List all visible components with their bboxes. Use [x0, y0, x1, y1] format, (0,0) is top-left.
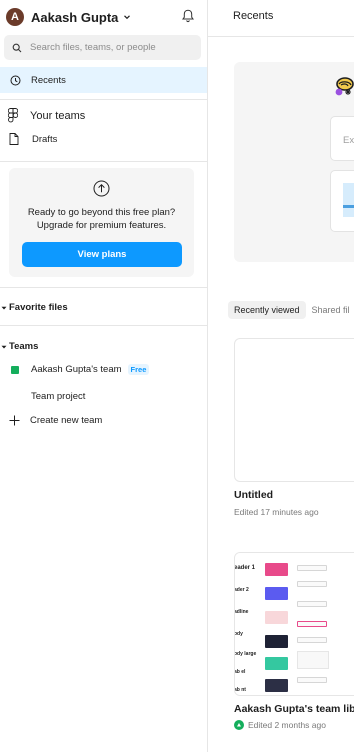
arrow-up-circle-icon — [93, 180, 110, 197]
favorite-files-header[interactable]: Favorite files — [0, 302, 68, 313]
preview-label: ader 2 — [234, 587, 249, 593]
caret-down-icon — [1, 306, 7, 309]
avatar: A — [6, 8, 24, 26]
banner-card[interactable]: Ex — [330, 116, 354, 161]
team-name: Aakash Gupta's team — [31, 364, 122, 375]
divider — [0, 287, 207, 288]
preview-field — [297, 651, 329, 669]
editor-avatar-icon — [234, 720, 244, 730]
file-icon — [9, 133, 19, 145]
sidebar-item-label: Drafts — [32, 133, 58, 145]
caret-down-icon — [1, 345, 7, 348]
sidebar-item-team[interactable]: Aakash Gupta's team Free — [11, 364, 150, 375]
upgrade-line-2: Upgrade for premium features. — [36, 220, 167, 231]
upgrade-message: Ready to go beyond this free plan? Upgra… — [9, 206, 194, 232]
preview-field — [297, 677, 327, 683]
sidebar-item-your-teams[interactable]: Your teams — [8, 108, 85, 123]
upgrade-line-1: Ready to go beyond this free plan? — [27, 207, 176, 218]
file-meta: Edited 2 months ago — [234, 720, 326, 730]
page-title: Recents — [233, 10, 274, 22]
section-label: Favorite files — [9, 302, 68, 313]
card-preview — [343, 183, 354, 217]
tab-recently-viewed[interactable]: Recently viewed — [228, 301, 306, 319]
sidebar-item-label: Recents — [31, 74, 66, 86]
search-input[interactable] — [30, 42, 200, 53]
file-thumbnail[interactable]: eader 1 ader 2 adline ody ody large ab e… — [234, 552, 354, 696]
library-preview: eader 1 ader 2 adline ody ody large ab e… — [235, 553, 354, 695]
file-edited-time: Edited 17 minutes ago — [234, 507, 319, 517]
team-color-swatch — [11, 365, 19, 374]
preview-field — [297, 565, 327, 571]
banner-card[interactable] — [330, 170, 354, 232]
preview-field — [297, 621, 327, 627]
illustration-icon — [335, 77, 354, 96]
teams-header[interactable]: Teams — [0, 341, 38, 352]
file-tabs: Recently viewed Shared fil — [228, 301, 354, 319]
preview-label: ody — [234, 631, 243, 637]
preview-label: ab el — [234, 669, 246, 675]
banner-card-text: Ex — [343, 135, 354, 146]
sidebar: A Aakash Gupta Recents Your tea — [0, 0, 208, 752]
sidebar-item-team-project[interactable]: Team project — [31, 391, 85, 402]
sidebar-item-recents[interactable]: Recents — [0, 67, 207, 93]
clock-icon — [10, 75, 21, 85]
file-name[interactable]: Untitled — [234, 489, 273, 501]
create-new-team-label: Create new team — [30, 415, 103, 426]
preview-field — [297, 637, 327, 643]
onboarding-banner: Ex — [234, 62, 354, 262]
view-plans-button[interactable]: View plans — [22, 242, 182, 267]
preview-swatch — [265, 657, 288, 670]
sidebar-item-drafts[interactable]: Drafts — [9, 133, 57, 145]
preview-swatch — [265, 611, 288, 624]
divider — [208, 36, 354, 37]
preview-swatch — [265, 587, 288, 600]
preview-swatch — [265, 679, 288, 692]
search-icon — [12, 43, 22, 52]
file-name[interactable]: Aakash Gupta's team lib — [234, 703, 354, 715]
file-meta: Edited 17 minutes ago — [234, 507, 319, 517]
preview-label: eader 1 — [234, 565, 256, 571]
chevron-down-icon — [124, 15, 131, 20]
divider — [0, 99, 207, 100]
section-label: Teams — [9, 341, 39, 352]
tab-shared-files[interactable]: Shared fil — [306, 301, 354, 319]
preview-field — [297, 601, 327, 607]
preview-label: ab nt — [234, 687, 246, 693]
preview-swatch — [265, 635, 288, 648]
plus-icon — [9, 415, 20, 426]
preview-label: adline — [234, 609, 249, 615]
plan-badge: Free — [127, 364, 150, 375]
upgrade-card: Ready to go beyond this free plan? Upgra… — [9, 168, 194, 277]
user-name: Aakash Gupta — [31, 9, 119, 25]
figma-logo-icon — [8, 108, 18, 123]
divider — [0, 325, 207, 326]
search-bar — [4, 35, 201, 60]
divider — [0, 161, 207, 162]
preview-swatch — [265, 563, 288, 576]
create-new-team-button[interactable]: Create new team — [9, 415, 102, 426]
notifications-bell-icon[interactable] — [180, 8, 196, 24]
file-edited-time: Edited 2 months ago — [248, 720, 326, 730]
preview-field — [297, 581, 327, 587]
account-switcher[interactable]: A Aakash Gupta — [6, 7, 132, 27]
main-content: Recents Ex Recently viewed Shared fil Un… — [208, 0, 354, 752]
card-preview-line — [343, 205, 354, 208]
file-thumbnail[interactable] — [234, 338, 354, 482]
preview-label: ody large — [234, 651, 257, 657]
sidebar-item-label: Your teams — [30, 109, 86, 122]
